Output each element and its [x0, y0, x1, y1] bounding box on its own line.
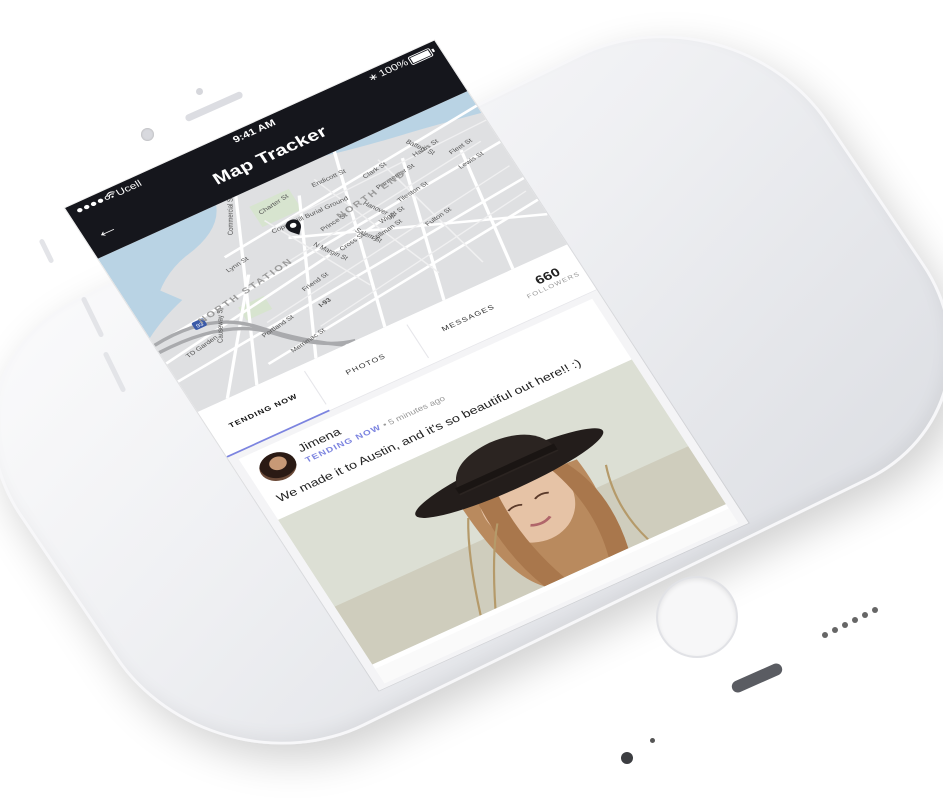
tab-label: TENDING NOW — [227, 392, 300, 430]
tab-label: MESSAGES — [440, 302, 497, 333]
lightning-port — [729, 661, 785, 695]
earpiece-speaker — [184, 90, 244, 123]
tab-label: PHOTOS — [344, 352, 388, 377]
speaker-grille-dot — [832, 627, 838, 633]
bottom-microphone — [650, 738, 655, 743]
speaker-grille-dot — [822, 632, 828, 638]
street-label: Commercial St — [227, 196, 235, 235]
front-camera — [141, 128, 154, 141]
home-button[interactable] — [658, 578, 736, 656]
speaker-grille-dot — [862, 612, 868, 618]
headphone-jack — [621, 752, 633, 764]
side-button — [38, 238, 55, 264]
speaker-grille-dot — [872, 607, 878, 613]
speaker-grille-dot — [852, 617, 858, 623]
proximity-sensor — [196, 88, 203, 95]
avatar[interactable] — [253, 446, 303, 487]
speaker-grille-dot — [842, 622, 848, 628]
